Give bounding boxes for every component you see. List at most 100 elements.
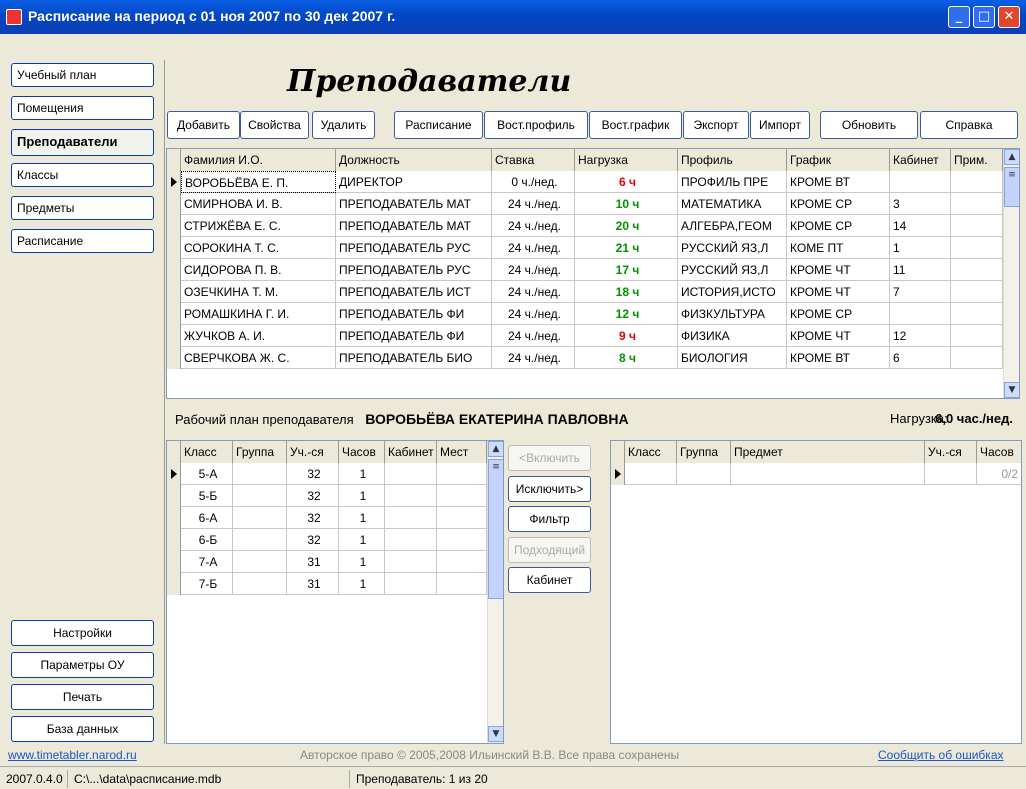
cell-rate[interactable]: 24 ч./нед. [492,237,575,259]
include-button[interactable]: <Включить [508,445,591,471]
restore-graph-button[interactable]: Вост.график [589,111,682,139]
cell-profile[interactable]: ФИЗКУЛЬТУРА [678,303,787,325]
cell-class[interactable]: 5-А [181,463,233,485]
cell-room[interactable] [890,303,951,325]
restore-profile-button[interactable]: Вост.профиль [484,111,588,139]
cell-note[interactable] [951,325,1003,347]
table-row[interactable]: ЖУЧКОВ А. И. ПРЕПОДАВАТЕЛЬ ФИ 24 ч./нед.… [167,325,1003,347]
cell-profile[interactable]: БИОЛОГИЯ [678,347,787,369]
cell-position[interactable]: ПРЕПОДАВАТЕЛЬ МАТ [336,215,492,237]
cell-position[interactable]: ПРЕПОДАВАТЕЛЬ БИО [336,347,492,369]
col-cabinet[interactable]: Кабинет [385,441,437,463]
website-link[interactable]: www.timetabler.narod.ru [8,748,137,762]
nav-teachers[interactable]: Преподаватели [11,129,154,156]
cell-rate[interactable]: 24 ч./нед. [492,193,575,215]
col-load[interactable]: Нагрузка [575,149,678,171]
cell-graph[interactable]: КРОМЕ СР [787,303,890,325]
cell-room[interactable]: 12 [890,325,951,347]
table-row[interactable]: 0/2 [611,463,1021,485]
assigned-grid[interactable]: Класс Группа Предмет Уч.-ся Часов 0/2 [610,440,1022,744]
cell-hours[interactable]: 0/2 [977,463,1021,485]
col-class[interactable]: Класс [181,441,233,463]
cell-name[interactable]: СИДОРОВА П. В. [181,259,336,281]
cell-position[interactable]: ПРЕПОДАВАТЕЛЬ РУС [336,237,492,259]
cell-cabinet[interactable] [385,529,437,551]
cell-seats[interactable] [437,463,487,485]
cell-group[interactable] [233,485,287,507]
cell-hours[interactable]: 1 [339,507,385,529]
table-row[interactable]: 6-Б 32 1 [167,529,487,551]
cell-subject[interactable] [731,463,925,485]
cell-students[interactable]: 32 [287,507,339,529]
table-row[interactable]: СВЕРЧКОВА Ж. С. ПРЕПОДАВАТЕЛЬ БИО 24 ч./… [167,347,1003,369]
cell-load[interactable]: 18 ч [575,281,678,303]
nav-subjects[interactable]: Предметы [11,196,154,220]
table-row[interactable]: СТРИЖЁВА Е. С. ПРЕПОДАВАТЕЛЬ МАТ 24 ч./н… [167,215,1003,237]
cell-note[interactable] [951,193,1003,215]
import-button[interactable]: Импорт [750,111,810,139]
cell-graph[interactable]: КРОМЕ ЧТ [787,281,890,303]
cell-seats[interactable] [437,485,487,507]
nav-classes[interactable]: Классы [11,163,154,187]
cell-load[interactable]: 6 ч [575,171,678,193]
cell-rate[interactable]: 24 ч./нед. [492,259,575,281]
cell-cabinet[interactable] [385,551,437,573]
cell-group[interactable] [233,573,287,595]
cell-profile[interactable]: ФИЗИКА [678,325,787,347]
cell-name[interactable]: СВЕРЧКОВА Ж. С. [181,347,336,369]
cell-class[interactable] [625,463,677,485]
cell-graph[interactable]: КРОМЕ СР [787,215,890,237]
table-row[interactable]: ОЗЕЧКИНА Т. М. ПРЕПОДАВАТЕЛЬ ИСТ 24 ч./н… [167,281,1003,303]
cell-note[interactable] [951,347,1003,369]
cell-seats[interactable] [437,573,487,595]
cell-name[interactable]: ЖУЧКОВ А. И. [181,325,336,347]
cell-class[interactable]: 6-А [181,507,233,529]
table-row[interactable]: РОМАШКИНА Г. И. ПРЕПОДАВАТЕЛЬ ФИ 24 ч./н… [167,303,1003,325]
cell-graph[interactable]: КРОМЕ ВТ [787,347,890,369]
cell-cabinet[interactable] [385,507,437,529]
col-students[interactable]: Уч.-ся [287,441,339,463]
teachers-scrollbar[interactable]: ▲ ≡ ▼ [1003,149,1019,398]
close-icon[interactable]: ✕ [998,6,1020,28]
cell-room[interactable]: 1 [890,237,951,259]
cell-name[interactable]: СОРОКИНА Т. С. [181,237,336,259]
database-button[interactable]: База данных [11,716,154,742]
cell-class[interactable]: 5-Б [181,485,233,507]
nav-schedule[interactable]: Расписание [11,229,154,253]
col-hours[interactable]: Часов [977,441,1021,463]
cell-note[interactable] [951,237,1003,259]
cell-position[interactable]: ПРЕПОДАВАТЕЛЬ ФИ [336,303,492,325]
col-subject[interactable]: Предмет [731,441,925,463]
refresh-button[interactable]: Обновить [820,111,918,139]
delete-button[interactable]: Удалить [312,111,375,139]
cell-load[interactable]: 12 ч [575,303,678,325]
cell-room[interactable]: 11 [890,259,951,281]
cell-class[interactable]: 6-Б [181,529,233,551]
cell-room[interactable]: 3 [890,193,951,215]
cell-group[interactable] [677,463,731,485]
cell-group[interactable] [233,551,287,573]
suitable-button[interactable]: Подходящий [508,537,591,563]
cell-group[interactable] [233,529,287,551]
col-name[interactable]: Фамилия И.О. [181,149,336,171]
cell-hours[interactable]: 1 [339,529,385,551]
cell-position[interactable]: ДИРЕКТОР [336,171,492,193]
cell-position[interactable]: ПРЕПОДАВАТЕЛЬ РУС [336,259,492,281]
col-note[interactable]: Прим. [951,149,1003,171]
minimize-icon[interactable]: _ [948,6,970,28]
cell-room[interactable]: 14 [890,215,951,237]
cell-cabinet[interactable] [385,573,437,595]
table-row[interactable]: СОРОКИНА Т. С. ПРЕПОДАВАТЕЛЬ РУС 24 ч./н… [167,237,1003,259]
cell-load[interactable]: 17 ч [575,259,678,281]
cell-profile[interactable]: МАТЕМАТИКА [678,193,787,215]
table-row[interactable]: СИДОРОВА П. В. ПРЕПОДАВАТЕЛЬ РУС 24 ч./н… [167,259,1003,281]
cabinet-button[interactable]: Кабинет [508,567,591,593]
exclude-button[interactable]: Исключить> [508,476,591,502]
add-button[interactable]: Добавить [167,111,240,139]
cell-load[interactable]: 8 ч [575,347,678,369]
report-bug-link[interactable]: Сообщить об ошибках [878,748,1004,762]
col-room[interactable]: Кабинет [890,149,951,171]
table-row[interactable]: 7-А 31 1 [167,551,487,573]
cell-graph[interactable]: КОМЕ ПТ [787,237,890,259]
cell-students[interactable] [925,463,977,485]
